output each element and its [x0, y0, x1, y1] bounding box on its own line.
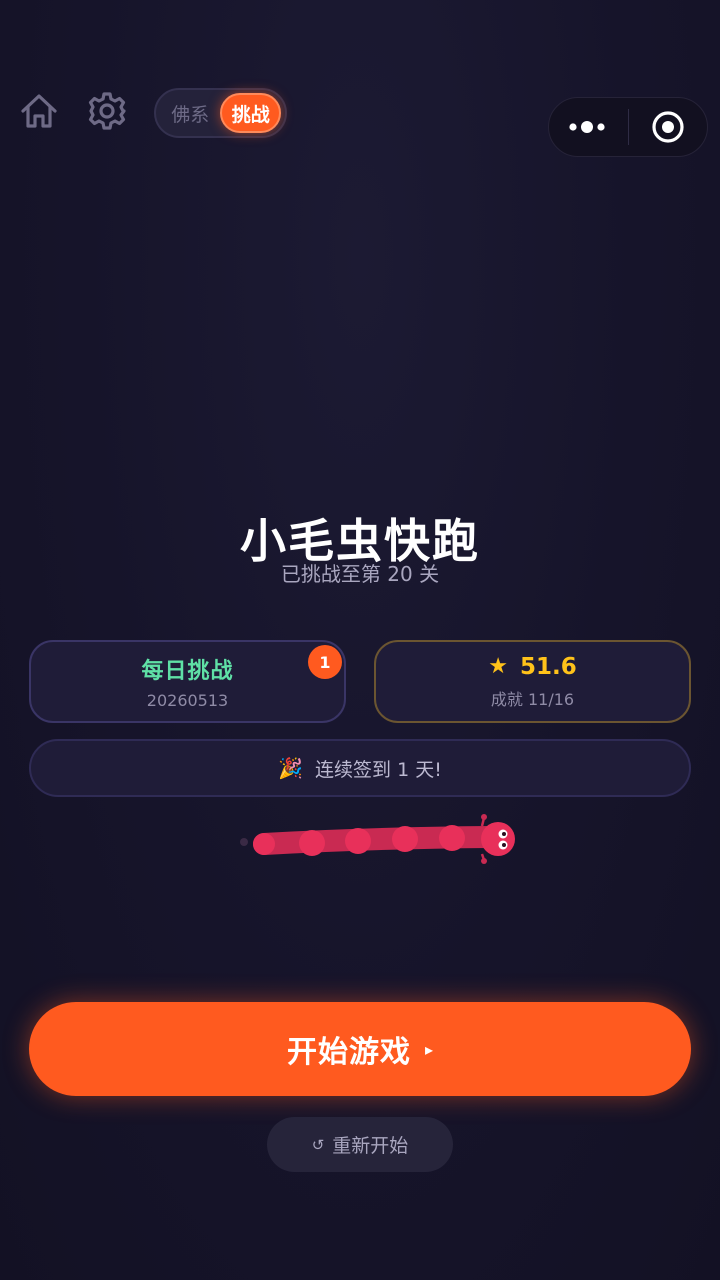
caterpillar-head — [480, 814, 515, 864]
mode-option-casual[interactable]: 佛系 — [160, 93, 220, 133]
start-game-button[interactable]: 开始游戏 ▸ — [29, 1002, 691, 1096]
star-icon: ★ — [488, 654, 508, 679]
gear-icon — [88, 92, 126, 130]
miniprogram-capsule — [548, 97, 708, 157]
home-icon — [21, 94, 57, 128]
achievement-score: 51.6 — [519, 653, 577, 680]
home-button[interactable] — [18, 90, 60, 132]
restart-button[interactable]: ↺ 重新开始 — [267, 1117, 453, 1172]
start-game-label: 开始游戏 — [286, 1035, 411, 1070]
caterpillar-segment — [299, 830, 325, 856]
close-button[interactable] — [629, 98, 708, 156]
daily-challenge-date: 20260513 — [146, 691, 229, 710]
play-icon: ▸ — [424, 1039, 434, 1059]
level-progress: 已挑战至第 20 关 — [280, 562, 440, 586]
mode-toggle[interactable]: 佛系 挑战 — [154, 88, 287, 138]
achievement-count: 成就 11/16 — [490, 689, 575, 709]
more-dots-icon — [569, 121, 605, 133]
caterpillar-segment — [253, 833, 275, 855]
caterpillar-segment — [345, 828, 371, 854]
achievements-card[interactable]: ★ 51.6 成就 11/16 — [374, 640, 691, 723]
settings-button[interactable] — [86, 90, 128, 132]
party-icon: 🎉 — [278, 756, 304, 780]
refresh-icon: ↺ — [311, 1135, 325, 1154]
mode-option-challenge[interactable]: 挑战 — [220, 93, 281, 133]
caterpillar-character — [240, 814, 515, 864]
more-button[interactable] — [549, 98, 628, 156]
caterpillar-segment — [392, 826, 418, 852]
checkin-text: 连续签到 1 天! — [315, 758, 442, 781]
checkin-banner: 🎉 连续签到 1 天! — [29, 739, 691, 797]
daily-challenge-card[interactable]: 每日挑战 20260513 1 — [29, 640, 346, 723]
restart-label: 重新开始 — [332, 1135, 409, 1157]
close-target-icon — [652, 111, 684, 143]
caterpillar-segment — [439, 825, 465, 851]
notification-badge: 1 — [308, 645, 342, 679]
caterpillar-trail-dot — [240, 838, 248, 846]
daily-challenge-label: 每日挑战 — [141, 659, 234, 684]
